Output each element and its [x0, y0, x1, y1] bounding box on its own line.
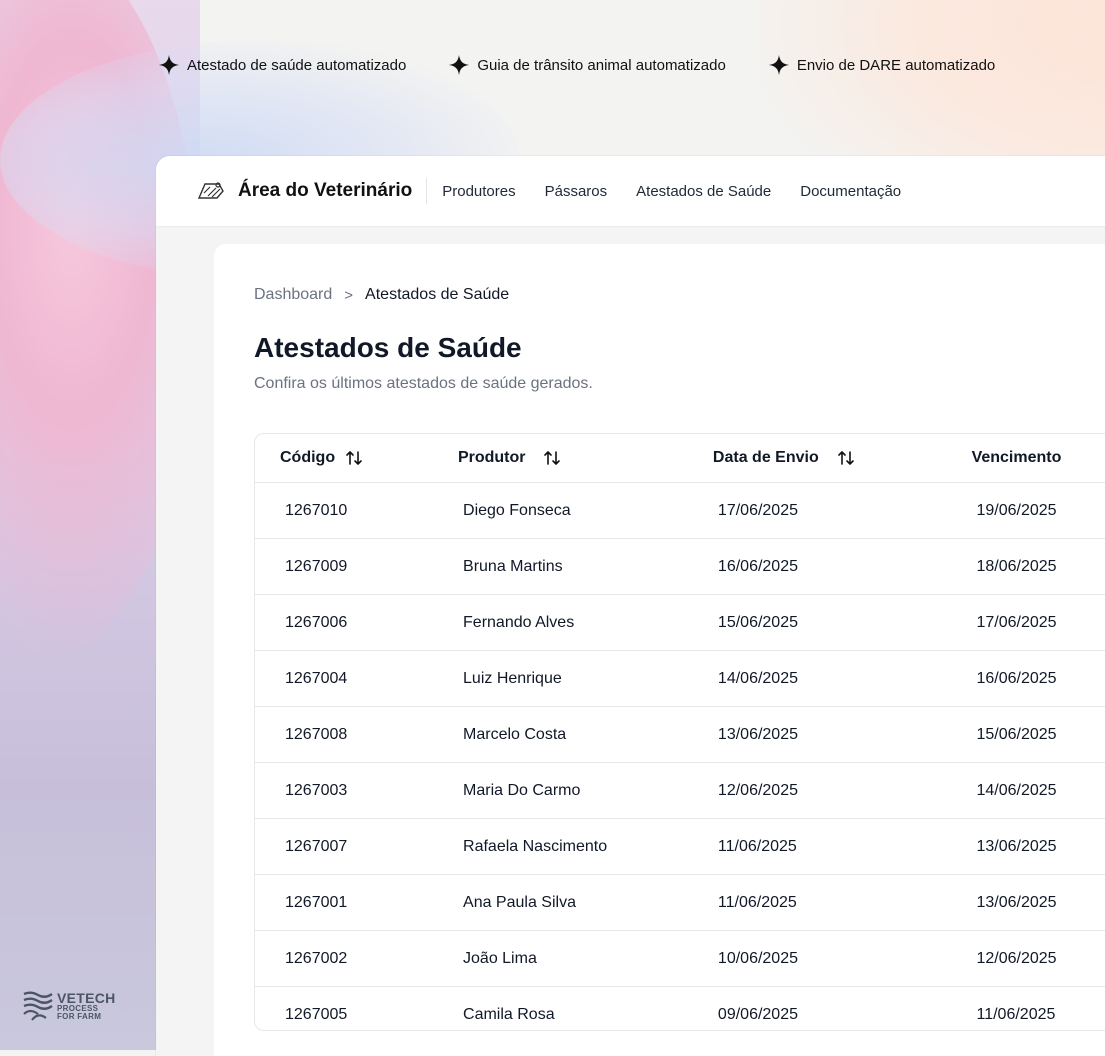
- cell-data-envio: 16/06/2025: [713, 558, 972, 576]
- cell-produtor: Camila Rosa: [458, 1006, 713, 1024]
- cell-codigo: 1267008: [255, 726, 458, 744]
- cell-codigo: 1267010: [255, 502, 458, 520]
- table-row[interactable]: 1267009 Bruna Martins 16/06/2025 18/06/2…: [255, 538, 1105, 594]
- cell-produtor: Luiz Henrique: [458, 670, 713, 688]
- table-row[interactable]: 1267003 Maria Do Carmo 12/06/2025 14/06/…: [255, 762, 1105, 818]
- logo-name: VETECH: [57, 991, 116, 1005]
- main-nav: Produtores Pássaros Atestados de Saúde D…: [442, 183, 901, 200]
- cell-produtor: Fernando Alves: [458, 614, 713, 632]
- cell-codigo: 1267002: [255, 950, 458, 968]
- column-label: Vencimento: [972, 449, 1062, 467]
- nav-item-produtores[interactable]: Produtores: [442, 183, 515, 200]
- cell-data-envio: 15/06/2025: [713, 614, 972, 632]
- cell-produtor: Maria Do Carmo: [458, 782, 713, 800]
- vetech-logo: VETECH PROCESS FOR FARM: [22, 988, 116, 1024]
- cell-vencimento: 15/06/2025: [972, 726, 1105, 744]
- table-row[interactable]: 1267006 Fernando Alves 15/06/2025 17/06/…: [255, 594, 1105, 650]
- cell-codigo: 1267001: [255, 894, 458, 912]
- column-header-data-envio[interactable]: Data de Envio: [713, 449, 972, 467]
- sparkle-icon: [448, 54, 470, 76]
- feature-label: Atestado de saúde automatizado: [187, 57, 406, 74]
- sort-icon[interactable]: [837, 449, 855, 467]
- cell-vencimento: 18/06/2025: [972, 558, 1105, 576]
- page-subtitle: Confira os últimos atestados de saúde ge…: [254, 375, 593, 393]
- top-navbar: Área do Veterinário Produtores Pássaros …: [156, 156, 1105, 227]
- app-window: Área do Veterinário Produtores Pássaros …: [156, 156, 1105, 1056]
- table-row[interactable]: 1267002 João Lima 10/06/2025 12/06/2025: [255, 930, 1105, 986]
- column-header-codigo[interactable]: Código: [255, 449, 458, 467]
- feature-item: Guia de trânsito animal automatizado: [448, 54, 725, 76]
- table-header: Código Produtor Data de Envio Vencimento: [255, 434, 1105, 482]
- cell-vencimento: 11/06/2025: [972, 1006, 1105, 1024]
- feature-item: Atestado de saúde automatizado: [158, 54, 406, 76]
- breadcrumb: Dashboard > Atestados de Saúde: [254, 286, 509, 304]
- feature-label: Envio de DARE automatizado: [797, 57, 995, 74]
- cell-data-envio: 11/06/2025: [713, 838, 972, 856]
- veterinary-logo-icon: [196, 179, 226, 203]
- table-row[interactable]: 1267005 Camila Rosa 09/06/2025 11/06/202…: [255, 986, 1105, 1031]
- column-header-vencimento[interactable]: Vencimento: [972, 449, 1105, 467]
- breadcrumb-home[interactable]: Dashboard: [254, 286, 332, 304]
- table-row[interactable]: 1267010 Diego Fonseca 17/06/2025 19/06/2…: [255, 482, 1105, 538]
- cell-produtor: Rafaela Nascimento: [458, 838, 713, 856]
- cell-data-envio: 09/06/2025: [713, 1006, 972, 1024]
- cell-data-envio: 14/06/2025: [713, 670, 972, 688]
- cell-data-envio: 10/06/2025: [713, 950, 972, 968]
- cell-produtor: Ana Paula Silva: [458, 894, 713, 912]
- column-label: Código: [280, 449, 335, 467]
- table-row[interactable]: 1267007 Rafaela Nascimento 11/06/2025 13…: [255, 818, 1105, 874]
- cell-codigo: 1267004: [255, 670, 458, 688]
- nav-item-documentacao[interactable]: Documentação: [800, 183, 901, 200]
- brand[interactable]: Área do Veterinário: [196, 178, 427, 204]
- cell-vencimento: 12/06/2025: [972, 950, 1105, 968]
- content-card: Dashboard > Atestados de Saúde Atestados…: [214, 244, 1105, 1056]
- vetech-logo-icon: [22, 988, 54, 1024]
- sort-icon[interactable]: [345, 449, 363, 467]
- sort-icon[interactable]: [543, 449, 561, 467]
- sparkle-icon: [158, 54, 180, 76]
- nav-item-passaros[interactable]: Pássaros: [545, 183, 608, 200]
- table-row[interactable]: 1267001 Ana Paula Silva 11/06/2025 13/06…: [255, 874, 1105, 930]
- cell-vencimento: 14/06/2025: [972, 782, 1105, 800]
- cell-vencimento: 13/06/2025: [972, 838, 1105, 856]
- cell-produtor: Marcelo Costa: [458, 726, 713, 744]
- page-title: Atestados de Saúde: [254, 332, 522, 364]
- feature-label: Guia de trânsito animal automatizado: [477, 57, 725, 74]
- breadcrumb-separator: >: [344, 287, 353, 304]
- brand-title: Área do Veterinário: [238, 180, 412, 202]
- cell-vencimento: 17/06/2025: [972, 614, 1105, 632]
- nav-item-atestados[interactable]: Atestados de Saúde: [636, 183, 771, 200]
- cell-codigo: 1267009: [255, 558, 458, 576]
- cell-codigo: 1267005: [255, 1006, 458, 1024]
- cell-codigo: 1267003: [255, 782, 458, 800]
- table-row[interactable]: 1267004 Luiz Henrique 14/06/2025 16/06/2…: [255, 650, 1105, 706]
- cell-data-envio: 11/06/2025: [713, 894, 972, 912]
- breadcrumb-current: Atestados de Saúde: [365, 286, 509, 304]
- cell-vencimento: 16/06/2025: [972, 670, 1105, 688]
- cell-produtor: Diego Fonseca: [458, 502, 713, 520]
- cell-codigo: 1267007: [255, 838, 458, 856]
- column-header-produtor[interactable]: Produtor: [458, 449, 713, 467]
- logo-line2: FOR FARM: [57, 1013, 116, 1021]
- cell-vencimento: 19/06/2025: [972, 502, 1105, 520]
- cell-data-envio: 17/06/2025: [713, 502, 972, 520]
- sparkle-icon: [768, 54, 790, 76]
- cell-vencimento: 13/06/2025: [972, 894, 1105, 912]
- column-label: Produtor: [458, 449, 526, 467]
- cell-produtor: João Lima: [458, 950, 713, 968]
- certificates-table: Código Produtor Data de Envio Vencimento…: [254, 433, 1105, 1031]
- feature-list: Atestado de saúde automatizado Guia de t…: [158, 54, 995, 76]
- cell-data-envio: 13/06/2025: [713, 726, 972, 744]
- table-row[interactable]: 1267008 Marcelo Costa 13/06/2025 15/06/2…: [255, 706, 1105, 762]
- cell-produtor: Bruna Martins: [458, 558, 713, 576]
- feature-item: Envio de DARE automatizado: [768, 54, 995, 76]
- column-label: Data de Envio: [713, 449, 819, 467]
- cell-data-envio: 12/06/2025: [713, 782, 972, 800]
- cell-codigo: 1267006: [255, 614, 458, 632]
